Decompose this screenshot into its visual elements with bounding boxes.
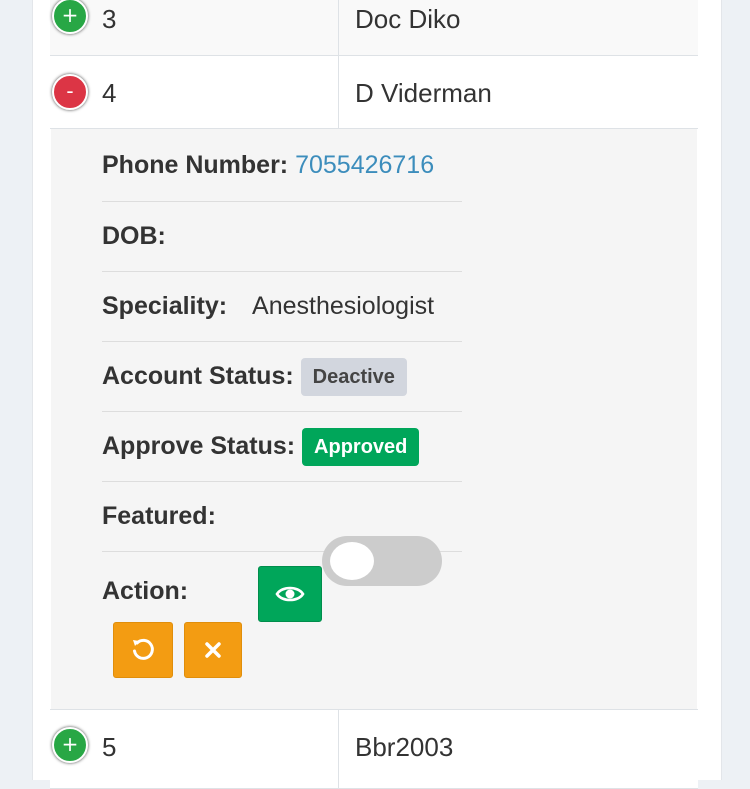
table-row[interactable]: - 4 D Viderman xyxy=(50,56,698,129)
phone-label: Phone Number: xyxy=(102,151,289,179)
expand-row-button[interactable]: + xyxy=(52,727,88,763)
row-id: 5 xyxy=(102,732,117,762)
view-button[interactable] xyxy=(258,566,322,622)
delete-button[interactable] xyxy=(184,622,242,678)
table-row[interactable]: + 3 Doc Diko xyxy=(50,0,698,56)
column-divider xyxy=(338,710,339,788)
row-name: Bbr2003 xyxy=(355,732,454,762)
detail-speciality: Speciality: Anesthesiologist xyxy=(102,271,462,342)
speciality-value: Anesthesiologist xyxy=(252,292,435,320)
toggle-knob xyxy=(330,542,374,580)
row-name: D Viderman xyxy=(355,78,492,108)
detail-dob: DOB: xyxy=(102,201,462,272)
expand-row-button[interactable]: + xyxy=(52,0,88,34)
close-icon xyxy=(205,642,221,658)
row-id: 4 xyxy=(102,78,117,108)
phone-link[interactable]: 7055426716 xyxy=(295,151,434,179)
row-name: Doc Diko xyxy=(355,4,461,34)
dob-label: DOB: xyxy=(102,222,166,250)
collapse-row-button[interactable]: - xyxy=(52,74,88,110)
table-row[interactable]: + 5 Bbr2003 xyxy=(50,709,698,789)
featured-label: Featured: xyxy=(102,502,216,530)
account-status-label: Account Status: xyxy=(102,362,294,390)
undo-icon xyxy=(133,638,154,660)
column-divider xyxy=(338,56,339,128)
featured-toggle[interactable] xyxy=(322,536,442,586)
account-status-badge: Deactive xyxy=(300,358,407,397)
eye-icon xyxy=(275,586,305,602)
detail-approve-status: Approve Status: Approved xyxy=(102,411,462,482)
detail-phone: Phone Number: 7055426716 xyxy=(102,129,462,202)
column-divider xyxy=(338,0,339,55)
detail-account-status: Account Status: Deactive xyxy=(102,341,462,412)
approve-status-label: Approve Status: xyxy=(102,432,296,460)
row-id: 3 xyxy=(102,4,117,34)
action-label: Action: xyxy=(102,577,189,605)
speciality-label: Speciality: xyxy=(102,292,228,320)
approve-status-badge: Approved xyxy=(302,428,420,467)
restore-button[interactable] xyxy=(113,622,173,678)
